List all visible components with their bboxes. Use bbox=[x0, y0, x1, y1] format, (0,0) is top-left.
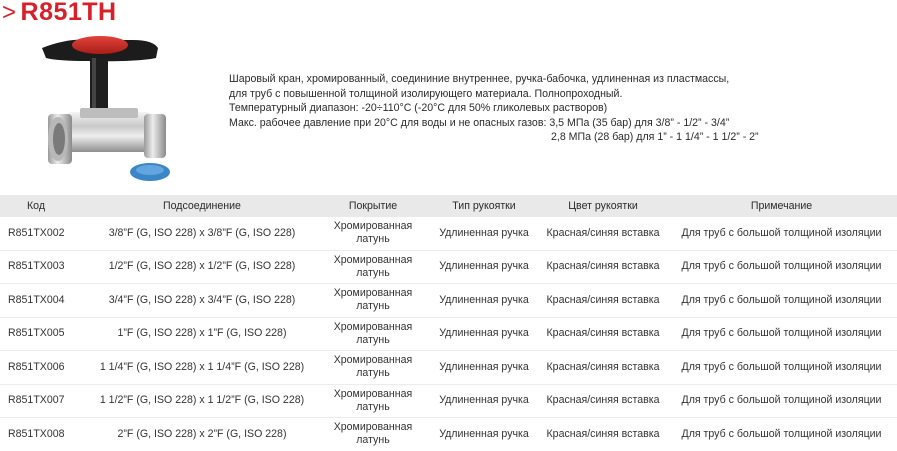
table-row: R851TX002 3/8”F (G, ISO 228) x 3/8”F (G,… bbox=[0, 217, 897, 251]
cell-handle-type: Удлиненная ручка bbox=[428, 217, 540, 251]
spec-table: Код Подсоединение Покрытие Тип рукоятки … bbox=[0, 195, 897, 451]
cell-connection: 1”F (G, ISO 228) x 1”F (G, ISO 228) bbox=[86, 317, 318, 351]
cell-coating: Хромированная латунь bbox=[318, 350, 428, 385]
product-title: > R851TH bbox=[2, 0, 117, 28]
cell-connection: 1 1/4”F (G, ISO 228) x 1 1/4”F (G, ISO 2… bbox=[86, 350, 318, 385]
column-header-handle-color: Цвет рукоятки bbox=[540, 195, 666, 217]
description-line: Макс. рабочее давление при 20°C для воды… bbox=[229, 116, 730, 129]
cell-coating: Хромированная латунь bbox=[318, 384, 428, 418]
cell-connection: 1/2”F (G, ISO 228) x 1/2”F (G, ISO 228) bbox=[86, 250, 318, 284]
cell-connection: 3/8”F (G, ISO 228) x 3/8”F (G, ISO 228) bbox=[86, 217, 318, 251]
description-line: Температурный диапазон: -20÷110°C (-20°C… bbox=[229, 102, 608, 114]
cell-note: Для труб с большой толщиной изоляции bbox=[681, 427, 882, 440]
cell-handle-color: Красная/синяя вставка bbox=[540, 317, 666, 351]
column-header-code: Код bbox=[0, 195, 86, 217]
cell-code: R851TX007 bbox=[0, 384, 86, 418]
description-line: для труб с повышенной толщиной изолирующ… bbox=[229, 87, 623, 100]
table-row: R851TX006 1 1/4”F (G, ISO 228) x 1 1/4”F… bbox=[0, 350, 897, 385]
table-row: R851TX008 2”F (G, ISO 228) x 2”F (G, ISO… bbox=[0, 418, 897, 451]
cell-coating: Хромированная латунь bbox=[318, 250, 428, 284]
cell-coating: Хромированная латунь bbox=[318, 317, 428, 351]
cell-connection: 1 1/2”F (G, ISO 228) x 1 1/2”F (G, ISO 2… bbox=[86, 384, 318, 418]
cell-connection: 2”F (G, ISO 228) x 2”F (G, ISO 228) bbox=[117, 427, 287, 440]
product-description: Шаровый кран, хромированный, соедининие … bbox=[229, 72, 869, 145]
cell-coating: Хромированная латунь bbox=[318, 217, 428, 251]
table-header-row: Код Подсоединение Покрытие Тип рукоятки … bbox=[0, 195, 897, 217]
column-header-connection: Подсоединение bbox=[86, 195, 318, 217]
cell-code: R851TX003 bbox=[0, 250, 86, 284]
chevron-right-icon: > bbox=[2, 0, 17, 26]
cell-coating: Хромированная латунь bbox=[318, 283, 428, 318]
table-row: R851TX004 3/4”F (G, ISO 228) x 3/4”F (G,… bbox=[0, 283, 897, 318]
table-row: R851TX005 1”F (G, ISO 228) x 1”F (G, ISO… bbox=[0, 317, 897, 351]
cell-handle-type: Удлиненная ручка bbox=[428, 250, 540, 284]
table-row: R851TX007 1 1/2”F (G, ISO 228) x 1 1/2”F… bbox=[0, 384, 897, 418]
cell-note: Для труб с большой толщиной изоляции bbox=[666, 384, 897, 418]
cell-note: Для труб с большой толщиной изоляции bbox=[666, 217, 897, 251]
cell-code: R851TX005 bbox=[0, 317, 86, 351]
cell-coating: Хромированная латунь bbox=[333, 421, 413, 447]
cell-handle-color: Красная/синяя вставка bbox=[540, 217, 666, 251]
cell-handle-color: Красная/синяя вставка bbox=[546, 427, 660, 440]
cell-code: R851TX002 bbox=[0, 217, 86, 251]
cell-note: Для труб с большой толщиной изоляции bbox=[666, 317, 897, 351]
description-line: Шаровый кран, хромированный, соедининие … bbox=[229, 73, 730, 85]
cell-code: R851TX004 bbox=[0, 283, 86, 318]
cell-handle-color: Красная/синяя вставка bbox=[540, 384, 666, 418]
cell-note: Для труб с большой толщиной изоляции bbox=[666, 350, 897, 385]
cell-code: R851TX008 bbox=[8, 427, 65, 440]
cell-handle-color: Красная/синяя вставка bbox=[540, 350, 666, 385]
cell-note: Для труб с большой толщиной изоляции bbox=[666, 250, 897, 284]
cell-note: Для труб с большой толщиной изоляции bbox=[666, 283, 897, 318]
cell-handle-color: Красная/синяя вставка bbox=[540, 283, 666, 318]
description-line: 2,8 МПа (28 бар) для 1” - 1 1/4” - 1 1/2… bbox=[551, 131, 759, 143]
product-code-title: R851TH bbox=[20, 0, 117, 26]
column-header-handle-type: Тип рукоятки bbox=[428, 195, 540, 217]
cell-code: R851TX006 bbox=[0, 350, 86, 385]
cell-handle-type: Удлиненная ручка bbox=[428, 317, 540, 351]
ball-valve-image bbox=[42, 36, 170, 181]
cell-connection: 3/4”F (G, ISO 228) x 3/4”F (G, ISO 228) bbox=[86, 283, 318, 318]
cell-handle-type: Удлиненная ручка bbox=[428, 350, 540, 385]
column-header-coating: Покрытие bbox=[318, 195, 428, 217]
cell-handle-color: Красная/синяя вставка bbox=[540, 250, 666, 284]
cell-handle-type: Удлиненная ручка bbox=[428, 283, 540, 318]
cell-handle-type: Удлиненная ручка bbox=[428, 384, 540, 418]
column-header-note: Примечание bbox=[666, 195, 897, 217]
table-row: R851TX003 1/2”F (G, ISO 228) x 1/2”F (G,… bbox=[0, 250, 897, 284]
cell-handle-type: Удлиненная ручка bbox=[439, 427, 529, 440]
